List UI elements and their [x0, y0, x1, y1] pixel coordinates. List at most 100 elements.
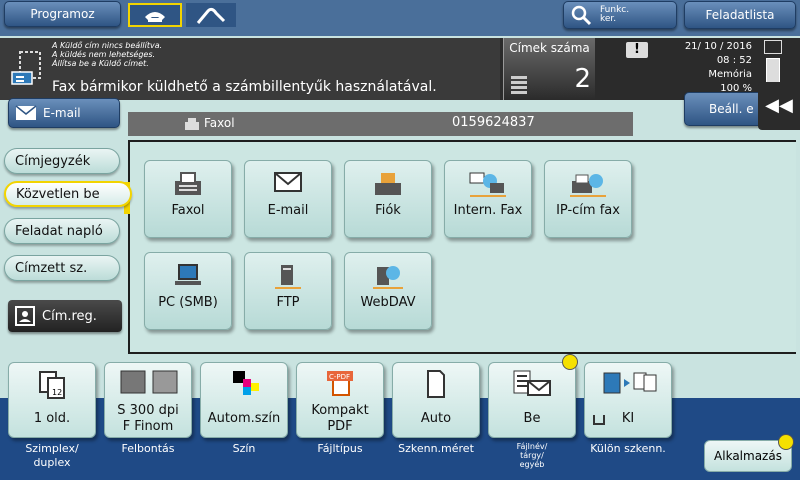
tab-direct-input-label: Közvetlen be — [16, 186, 100, 202]
function-search-button[interactable]: Funkc. ker. — [563, 1, 677, 29]
destination-email[interactable]: E-mail — [244, 160, 332, 238]
file-type-button[interactable]: C-PDF Kompakt PDF — [296, 362, 384, 438]
ftp-icon — [275, 265, 301, 289]
file-type-value: Kompakt PDF — [311, 403, 369, 434]
destination-pc-smb-label: PC (SMB) — [158, 295, 218, 310]
tab-recipient-search[interactable]: Címzett sz. — [4, 255, 120, 281]
memory-label: Memória — [708, 69, 752, 80]
function-search-label: Funkc. ker. — [600, 5, 630, 24]
handset-icon — [196, 7, 226, 24]
sender-warning-icon — [11, 51, 41, 85]
page-icon — [427, 370, 445, 398]
status-time: 08 : 52 — [716, 55, 752, 66]
box-icon — [375, 173, 401, 195]
status-date: 21/ 10 / 2016 — [684, 41, 752, 52]
register-address-button[interactable]: Cím.reg. — [8, 300, 122, 332]
email-label: E-mail — [43, 106, 81, 120]
settings-button[interactable]: Beáll. e — [684, 92, 764, 126]
webdav-icon — [373, 266, 403, 289]
tab-job-history[interactable]: Feladat napló — [4, 218, 120, 244]
counter-value: 2 — [574, 64, 591, 94]
envelope-icon — [15, 105, 37, 120]
resolution-icon — [120, 370, 178, 394]
message-line2: A küldés nem lehetséges. — [52, 50, 156, 59]
simplex-duplex-button[interactable]: 12 1 old. — [8, 362, 96, 438]
sender-warning-text: A Küldő cím nincs beállítva. A küldés ne… — [52, 41, 162, 68]
color-button[interactable]: Autom.szín — [200, 362, 288, 438]
address-counter[interactable]: Címek száma 2 — [503, 38, 595, 100]
message-main: Fax bármikor küldhető a számbillentyűk h… — [52, 79, 437, 95]
svg-text:12: 12 — [52, 388, 62, 397]
simplex-duplex-value: 1 old. — [33, 411, 71, 426]
tab-address-book-label: Címjegyzék — [15, 153, 91, 169]
toner-icon — [764, 40, 782, 54]
scan-size-value: Auto — [420, 411, 452, 426]
tab-job-history-label: Feladat napló — [15, 223, 103, 239]
filename-subject-value: Be — [523, 411, 541, 426]
ip-fax-icon — [570, 174, 606, 197]
fax-small-icon — [185, 118, 199, 130]
address-bar: Faxol 0159624837 — [128, 112, 633, 136]
pdf-label: C-PDF — [329, 373, 350, 381]
phone-icon — [145, 12, 165, 22]
tab-address-book[interactable]: Címjegyzék — [4, 148, 120, 174]
warning-icon[interactable]: ! — [626, 42, 648, 58]
destination-fax-label: Faxol — [171, 203, 205, 218]
filename-subject-button[interactable]: Be — [488, 362, 576, 438]
address-card-icon — [15, 306, 35, 326]
destination-fax[interactable]: Faxol — [144, 160, 232, 238]
pc-icon — [175, 264, 201, 285]
destination-pc-smb[interactable]: PC (SMB) — [144, 252, 232, 330]
destination-webdav[interactable]: WebDAV — [344, 252, 432, 330]
destination-ip-fax[interactable]: IP-cím fax — [544, 160, 632, 238]
resolution-button[interactable]: S 300 dpi F Finom — [104, 362, 192, 438]
internet-fax-icon — [469, 172, 506, 197]
tab-recipient-search-label: Címzett sz. — [15, 260, 88, 276]
destination-ip-fax-label: IP-cím fax — [556, 203, 620, 218]
email-address-button[interactable]: E-mail — [8, 98, 120, 128]
fax-icon — [175, 172, 201, 195]
simplex-duplex-caption: Szimplex/ duplex — [25, 442, 79, 469]
destination-internet-fax[interactable]: Intern. Fax — [444, 160, 532, 238]
color-caption: Szín — [232, 442, 256, 455]
apply-label: Alkalmazás — [714, 449, 782, 463]
counter-label: Címek száma — [509, 41, 590, 55]
separate-scan-button[interactable]: KI — [584, 362, 672, 438]
scan-size-caption: Szkenn.méret — [398, 442, 474, 455]
destination-box[interactable]: Fiók — [344, 160, 432, 238]
apply-indicator-dot — [778, 434, 794, 450]
pause-button[interactable] — [186, 3, 236, 27]
message-line3: Állítsa be a Küldő címet. — [52, 59, 149, 68]
file-type-caption: Fájltípus — [317, 442, 363, 455]
destination-ftp[interactable]: FTP — [244, 252, 332, 330]
destination-ftp-label: FTP — [276, 295, 300, 310]
destination-box-label: Fiók — [375, 203, 401, 218]
destination-webdav-label: WebDAV — [360, 295, 416, 310]
search-icon — [571, 5, 592, 26]
status-info: 21/ 10 / 2016 08 : 52 Memória 100 % — [660, 40, 752, 96]
address-number: 0159624837 — [452, 115, 535, 130]
separate-scan-caption: Külön szkenn. — [590, 442, 666, 455]
register-address-label: Cím.reg. — [42, 308, 97, 324]
filename-email-icon — [513, 370, 551, 396]
color-value: Autom.szín — [207, 411, 281, 426]
pdf-file-icon: C-PDF — [327, 371, 353, 396]
list-icon — [511, 76, 527, 94]
resolution-value: S 300 dpi F Finom — [117, 403, 179, 434]
email-icon — [274, 172, 302, 192]
program-button[interactable]: Programoz — [4, 1, 121, 27]
tab-direct-input[interactable]: Közvetlen be — [4, 181, 132, 207]
joblist-label: Feladatlista — [705, 8, 775, 22]
resolution-caption: Felbontás — [121, 442, 175, 455]
off-indicator-icon — [593, 415, 605, 425]
collapse-panel-button[interactable]: ◀◀ — [758, 82, 800, 130]
scan-size-button[interactable]: Auto — [392, 362, 480, 438]
double-chevron-left-icon: ◀◀ — [765, 95, 793, 116]
onhook-dial-button[interactable] — [128, 3, 182, 27]
message-area: A Küldő cím nincs beállítva. A küldés ne… — [0, 38, 500, 100]
separate-scan-icon — [603, 372, 657, 394]
address-type: Faxol — [204, 116, 235, 130]
joblist-button[interactable]: Feladatlista — [684, 1, 796, 29]
settings-label: Beáll. e — [709, 102, 754, 116]
duplex-icon: 12 — [39, 371, 65, 399]
